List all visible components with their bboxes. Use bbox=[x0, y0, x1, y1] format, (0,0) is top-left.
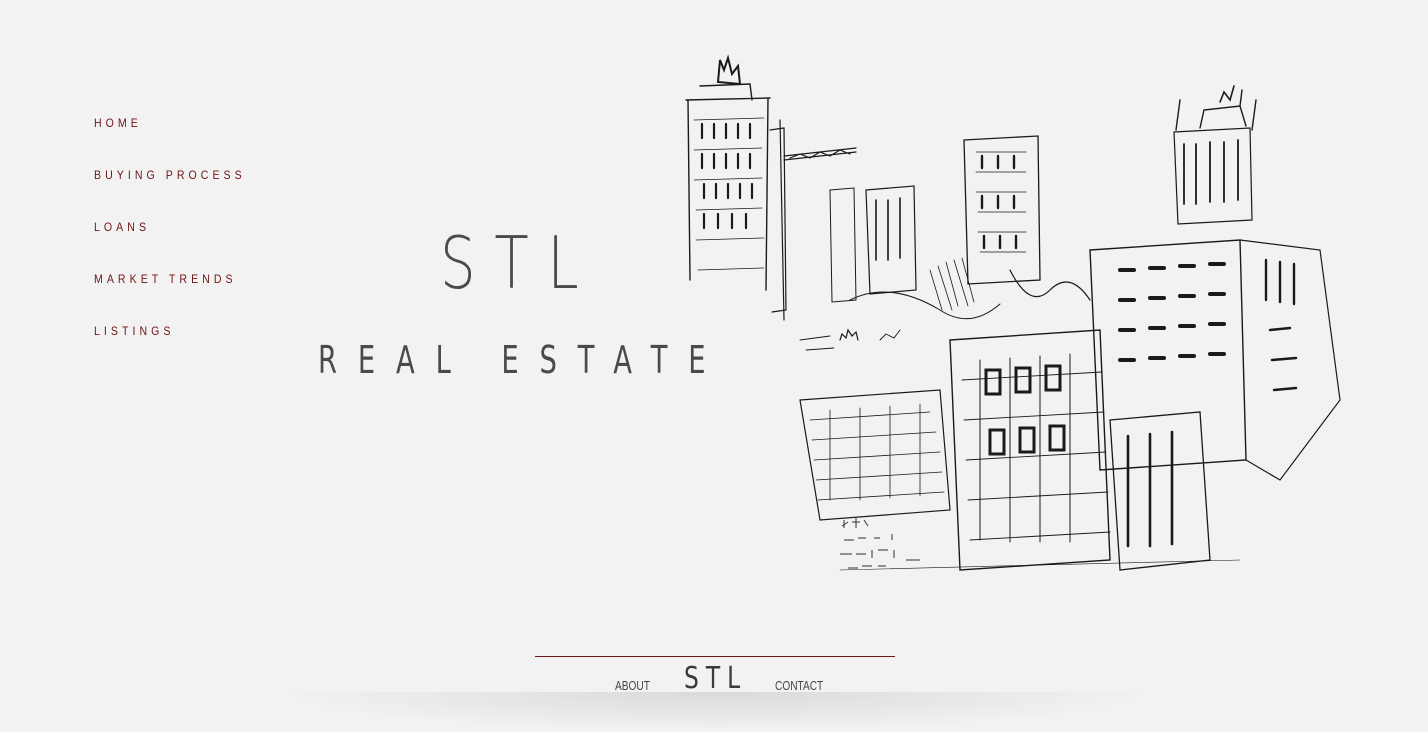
nav-link-buying-process[interactable]: BUYING PROCESS bbox=[94, 167, 246, 183]
nav-link-home[interactable]: HOME bbox=[94, 115, 142, 131]
footer-contact-link[interactable]: CONTACT bbox=[775, 678, 823, 694]
city-skyline-sketch-illustration bbox=[685, 54, 1341, 571]
site-tagline: REAL ESTATE bbox=[318, 338, 727, 382]
nav-item-listings: LISTINGS bbox=[94, 320, 266, 372]
nav-item-buying-process: BUYING PROCESS bbox=[94, 164, 266, 216]
nav-item-home: HOME bbox=[94, 112, 266, 164]
nav-link-listings[interactable]: LISTINGS bbox=[94, 323, 175, 339]
nav-item-loans: LOANS bbox=[94, 216, 266, 268]
site-logo: STL bbox=[440, 221, 598, 305]
nav-link-loans[interactable]: LOANS bbox=[94, 219, 150, 235]
footer-divider bbox=[535, 656, 895, 657]
footer-shadow bbox=[270, 692, 1160, 732]
main-nav: HOME BUYING PROCESS LOANS MARKET TRENDS … bbox=[94, 112, 266, 372]
footer-about-link[interactable]: ABOUT bbox=[615, 678, 650, 694]
footer-logo[interactable]: STL bbox=[684, 662, 747, 696]
nav-item-market-trends: MARKET TRENDS bbox=[94, 268, 266, 320]
nav-link-market-trends[interactable]: MARKET TRENDS bbox=[94, 271, 237, 287]
